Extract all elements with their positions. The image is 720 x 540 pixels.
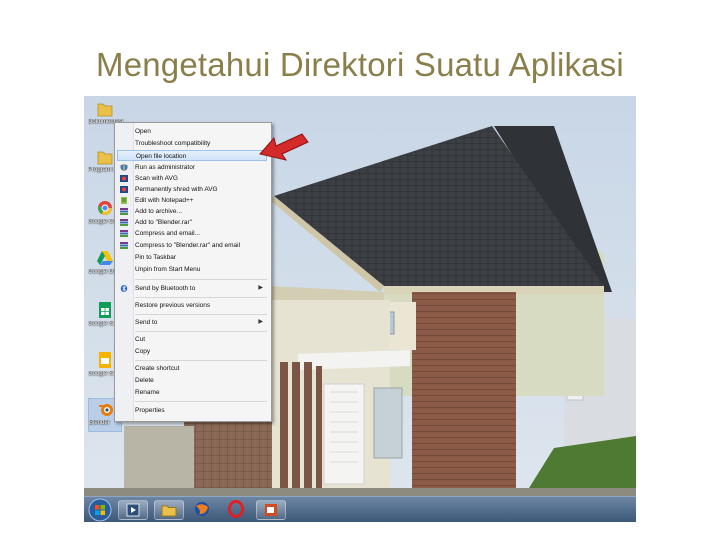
menu-item-restore-versions[interactable]: Restore previous versions — [117, 300, 267, 311]
explorer-icon — [161, 505, 177, 517]
page-title: Mengetahui Direktori Suatu Aplikasi — [96, 46, 624, 83]
menu-item-label: Add to archive... — [135, 208, 182, 215]
bluetooth-icon — [120, 285, 128, 292]
folder-icon — [97, 151, 113, 165]
taskbar — [84, 496, 636, 522]
menu-item-shred-avg[interactable]: Permanently shred with AVG — [117, 184, 267, 195]
menu-separator — [135, 314, 267, 315]
menu-item-label: Run as administrator — [135, 164, 195, 171]
menu-item-label: Rename — [135, 389, 160, 396]
firefox-icon — [195, 502, 209, 516]
menu-item-label: Compress to "Blender.rar" and email — [135, 242, 241, 249]
menu-item-label: Unpin from Start Menu — [135, 266, 201, 273]
submenu-arrow-icon: ▶ — [258, 319, 263, 325]
context-menu: Open Troubleshoot compatibility Open fil… — [114, 122, 272, 422]
menu-item-scan-avg[interactable]: Scan with AVG — [117, 173, 267, 184]
folder-icon — [97, 103, 113, 117]
red-arrow-annotation — [259, 133, 309, 161]
avg-icon — [120, 186, 128, 193]
taskbar-firefox[interactable] — [188, 500, 218, 520]
menu-item-label: Send by Bluetooth to — [135, 285, 196, 292]
menu-item-label: Pin to Taskbar — [135, 254, 177, 261]
avg-icon — [120, 175, 128, 182]
menu-item-delete[interactable]: Delete — [117, 375, 267, 386]
menu-item-unpin-start[interactable]: Unpin from Start Menu — [117, 264, 267, 275]
archive-icon — [120, 230, 128, 237]
taskbar-powerpoint[interactable] — [256, 500, 286, 520]
opera-icon — [228, 500, 244, 518]
menu-item-open-file-location[interactable]: Open file location — [117, 150, 267, 161]
menu-item-rename[interactable]: Rename — [117, 387, 267, 398]
menu-item-create-shortcut[interactable]: Create shortcut — [117, 363, 267, 374]
archive-icon — [120, 242, 128, 249]
taskbar-opera[interactable] — [222, 500, 252, 520]
menu-item-label: Restore previous versions — [135, 302, 211, 309]
menu-item-label: Cut — [135, 336, 146, 343]
media-player-icon — [126, 503, 140, 517]
menu-item-run-as-admin[interactable]: Run as administrator — [117, 162, 267, 173]
menu-item-cut[interactable]: Cut — [117, 334, 267, 345]
menu-item-label: Open file location — [136, 153, 187, 160]
sheets-icon — [99, 302, 111, 318]
menu-item-label: Delete — [135, 377, 154, 384]
archive-icon — [120, 219, 128, 226]
powerpoint-icon — [265, 504, 277, 516]
menu-item-label: Permanently shred with AVG — [135, 186, 218, 193]
menu-item-troubleshoot[interactable]: Troubleshoot compatibility — [117, 138, 267, 149]
menu-item-label: Send to — [135, 319, 158, 326]
shield-icon — [120, 164, 128, 171]
menu-item-add-rar[interactable]: Add to "Blender.rar" — [117, 217, 267, 228]
menu-item-label: Add to "Blender.rar" — [135, 219, 193, 226]
menu-item-label: Create shortcut — [135, 365, 180, 372]
taskbar-media-player[interactable] — [118, 500, 148, 520]
menu-item-notepad[interactable]: Edit with Notepad++ — [117, 195, 267, 206]
menu-item-label: Compress and email... — [135, 230, 201, 237]
slides-icon — [99, 352, 111, 368]
menu-item-compress-rar-email[interactable]: Compress to "Blender.rar" and email — [117, 240, 267, 251]
menu-item-open[interactable]: Open — [117, 126, 267, 137]
menu-item-label: Edit with Notepad++ — [135, 197, 194, 204]
menu-item-properties[interactable]: Properties — [117, 405, 267, 416]
menu-separator — [135, 279, 267, 280]
menu-item-add-archive[interactable]: Add to archive... — [117, 206, 267, 217]
menu-item-label: Scan with AVG — [135, 175, 178, 182]
chrome-icon — [97, 201, 112, 215]
menu-item-label: Copy — [135, 348, 151, 355]
menu-item-pin-taskbar[interactable]: Pin to Taskbar — [117, 252, 267, 263]
blender-icon — [99, 404, 113, 416]
notepad-icon — [121, 197, 127, 204]
menu-separator — [135, 297, 267, 298]
taskbar-explorer[interactable] — [154, 500, 184, 520]
drive-icon — [97, 251, 113, 265]
desktop-screenshot: Dokumentasi Program Luaran Google Chrome… — [84, 96, 636, 522]
menu-item-send-bluetooth[interactable]: Send by Bluetooth to ▶ — [117, 283, 267, 294]
menu-item-label: Troubleshoot compatibility — [135, 140, 211, 147]
submenu-arrow-icon: ▶ — [258, 285, 263, 291]
menu-item-copy[interactable]: Copy — [117, 346, 267, 357]
start-orb-icon[interactable] — [86, 497, 114, 522]
menu-separator — [135, 401, 267, 402]
archive-icon — [120, 208, 128, 215]
menu-separator — [135, 331, 267, 332]
menu-item-label: Open — [135, 128, 151, 135]
menu-item-label: Properties — [135, 407, 165, 414]
menu-item-compress-email[interactable]: Compress and email... — [117, 228, 267, 239]
menu-separator — [135, 360, 267, 361]
menu-item-send-to[interactable]: Send to ▶ — [117, 317, 267, 328]
